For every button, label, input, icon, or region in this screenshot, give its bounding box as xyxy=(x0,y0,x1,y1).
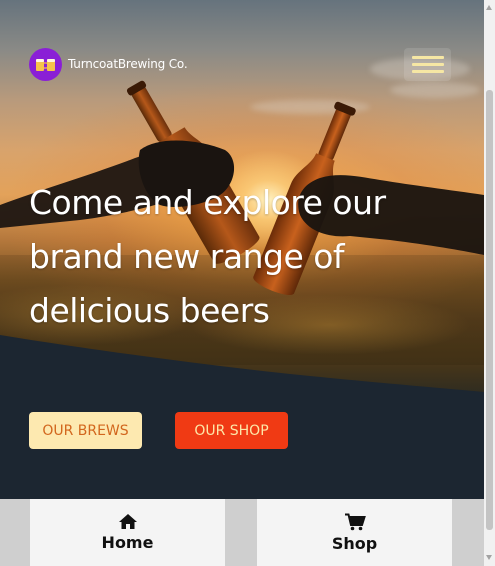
hero-headline: Come and explore our brand new range of … xyxy=(29,183,386,330)
beer-mugs-icon xyxy=(35,58,55,71)
scroll-up-arrow-icon[interactable] xyxy=(486,5,492,10)
home-icon xyxy=(118,514,137,529)
our-shop-button[interactable]: OUR SHOP xyxy=(175,412,288,449)
nav-shop[interactable]: Shop xyxy=(257,499,452,566)
hamburger-menu-icon xyxy=(412,56,444,59)
nav-shop-label: Shop xyxy=(331,533,378,553)
shopping-cart-icon xyxy=(344,513,366,530)
nav-home[interactable]: Home xyxy=(30,499,225,566)
bottom-nav: Home Shop xyxy=(0,499,484,566)
nav-home-label: Home xyxy=(101,533,154,552)
page: TurncoatBrewing Co. Come and explore our… xyxy=(0,0,484,566)
our-brews-button[interactable]: OUR BREWS xyxy=(29,412,142,449)
vertical-scrollbar[interactable] xyxy=(484,0,495,566)
brand-name[interactable]: TurncoatBrewing Co. xyxy=(68,57,188,71)
scroll-down-arrow-icon[interactable] xyxy=(486,555,492,560)
scrollbar-thumb[interactable] xyxy=(486,90,493,530)
hamburger-menu-button[interactable] xyxy=(404,48,451,81)
brand-logo[interactable] xyxy=(29,48,62,81)
